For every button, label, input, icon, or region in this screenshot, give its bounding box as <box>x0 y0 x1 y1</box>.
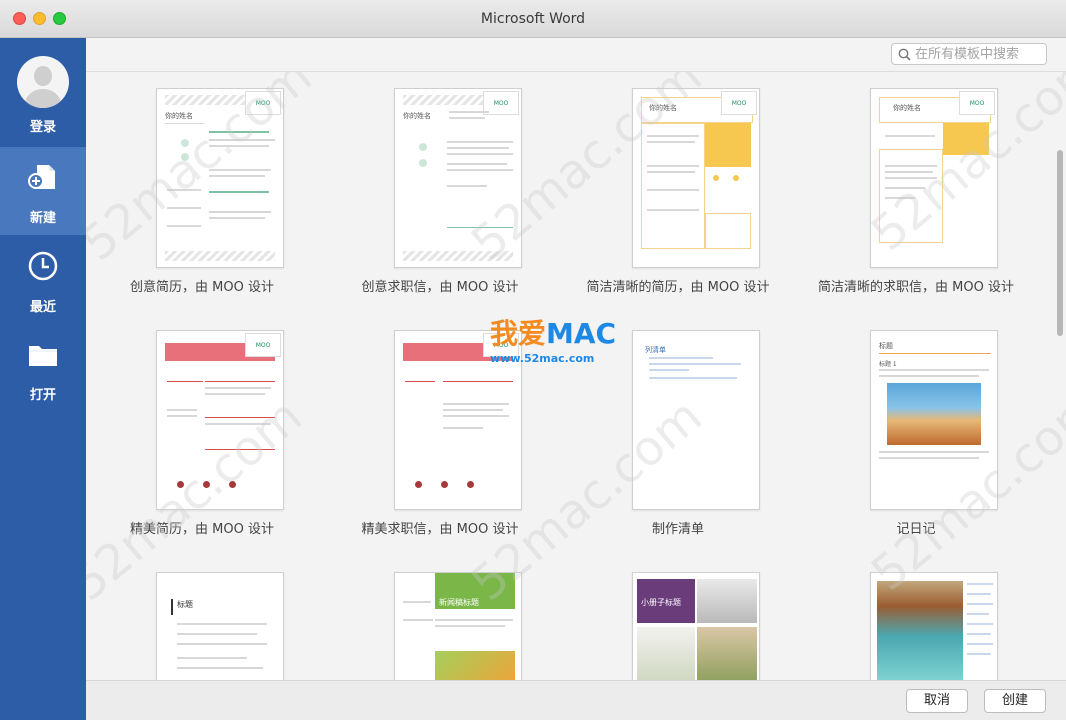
avatar <box>17 56 69 108</box>
thumb-title-text: 标题 <box>177 600 193 609</box>
template-thumbnail[interactable]: MOO <box>156 330 284 510</box>
landscape-photo <box>887 383 981 445</box>
room-photo <box>697 579 757 623</box>
sidebar-item-recent[interactable]: 最近 <box>0 236 86 324</box>
template-thumbnail[interactable] <box>870 572 998 680</box>
template-thumbnail[interactable]: 你的姓名 MOO <box>870 88 998 268</box>
thumb-list-title: 列清单 <box>645 346 666 354</box>
cancel-button[interactable]: 取消 <box>906 689 968 713</box>
new-document-icon <box>28 165 55 189</box>
thumb-brochure-title: 小册子标题 <box>641 598 681 607</box>
sidebar-item-label: 登录 <box>29 120 56 135</box>
sidebar-item-label: 最近 <box>29 300 56 315</box>
thumb-journal-title: 标题 <box>879 342 893 350</box>
thumb-name-text: 你的姓名 <box>649 104 677 112</box>
sidebar-item-new[interactable]: 新建 <box>0 147 86 235</box>
template-thumbnail[interactable]: MOO 你的姓名 <box>156 88 284 268</box>
template-caption: 创意简历，由 MOO 设计 <box>130 280 274 295</box>
template-thumbnail[interactable]: 你的姓名 MOO <box>632 88 760 268</box>
template-gallery: MOO 你的姓名 创意简历，由 MOO 设计 MOO 你的姓名 创意求职信，由 … <box>86 72 1066 680</box>
thumb-newsletter-title: 新闻稿标题 <box>439 598 479 607</box>
thumb-name-text: 你的姓名 <box>893 104 921 112</box>
fruit-photo <box>435 651 515 680</box>
folder-icon <box>29 346 57 366</box>
thumb-name-text: 你的姓名 <box>403 112 431 120</box>
template-thumbnail[interactable]: MOO <box>394 330 522 510</box>
toolbar <box>86 38 1066 72</box>
title-bar: Microsoft Word <box>0 0 1066 38</box>
thumb-name-text: 你的姓名 <box>165 112 193 120</box>
template-thumbnail[interactable]: 标题 标题 1 <box>870 330 998 510</box>
moo-logo: MOO <box>959 91 995 115</box>
dish-photo <box>637 627 695 680</box>
sidebar-item-label: 打开 <box>29 388 56 403</box>
sidebar-item-open[interactable]: 打开 <box>0 324 86 412</box>
sidebar: 登录 新建 最近 打开 <box>0 38 86 720</box>
template-caption: 简洁清晰的求职信，由 MOO 设计 <box>818 280 1014 295</box>
sidebar-item-label: 新建 <box>29 211 56 226</box>
vertical-scrollbar[interactable] <box>1057 150 1063 336</box>
template-thumbnail[interactable]: 小册子标题 <box>632 572 760 680</box>
template-caption: 创意求职信，由 MOO 设计 <box>361 280 519 295</box>
moo-logo: MOO <box>483 333 519 357</box>
template-caption: 制作清单 <box>651 522 704 537</box>
sidebar-item-login[interactable]: 登录 <box>0 38 86 135</box>
create-button[interactable]: 创建 <box>984 689 1046 713</box>
moo-logo: MOO <box>245 91 281 115</box>
template-thumbnail[interactable]: MOO 你的姓名 <box>394 88 522 268</box>
clock-icon <box>28 251 58 281</box>
moo-logo: MOO <box>721 91 757 115</box>
boats-photo <box>877 581 963 680</box>
bottom-bar: 取消 创建 <box>86 680 1066 720</box>
template-thumbnail[interactable]: 标题 <box>156 572 284 680</box>
salad-photo <box>697 627 757 680</box>
search-icon <box>898 48 911 61</box>
search-input[interactable] <box>915 45 1043 63</box>
template-caption: 简洁清晰的简历，由 MOO 设计 <box>586 280 770 295</box>
template-caption: 精美求职信，由 MOO 设计 <box>361 522 519 537</box>
moo-logo: MOO <box>245 333 281 357</box>
window-title: Microsoft Word <box>480 11 586 27</box>
template-thumbnail[interactable]: 列清单 <box>632 330 760 510</box>
template-thumbnail[interactable]: 新闻稿标题 <box>394 572 522 680</box>
template-caption: 记日记 <box>896 522 936 537</box>
template-caption: 精美简历，由 MOO 设计 <box>130 522 274 537</box>
thumb-journal-heading: 标题 1 <box>879 361 897 368</box>
search-box[interactable] <box>891 43 1047 65</box>
